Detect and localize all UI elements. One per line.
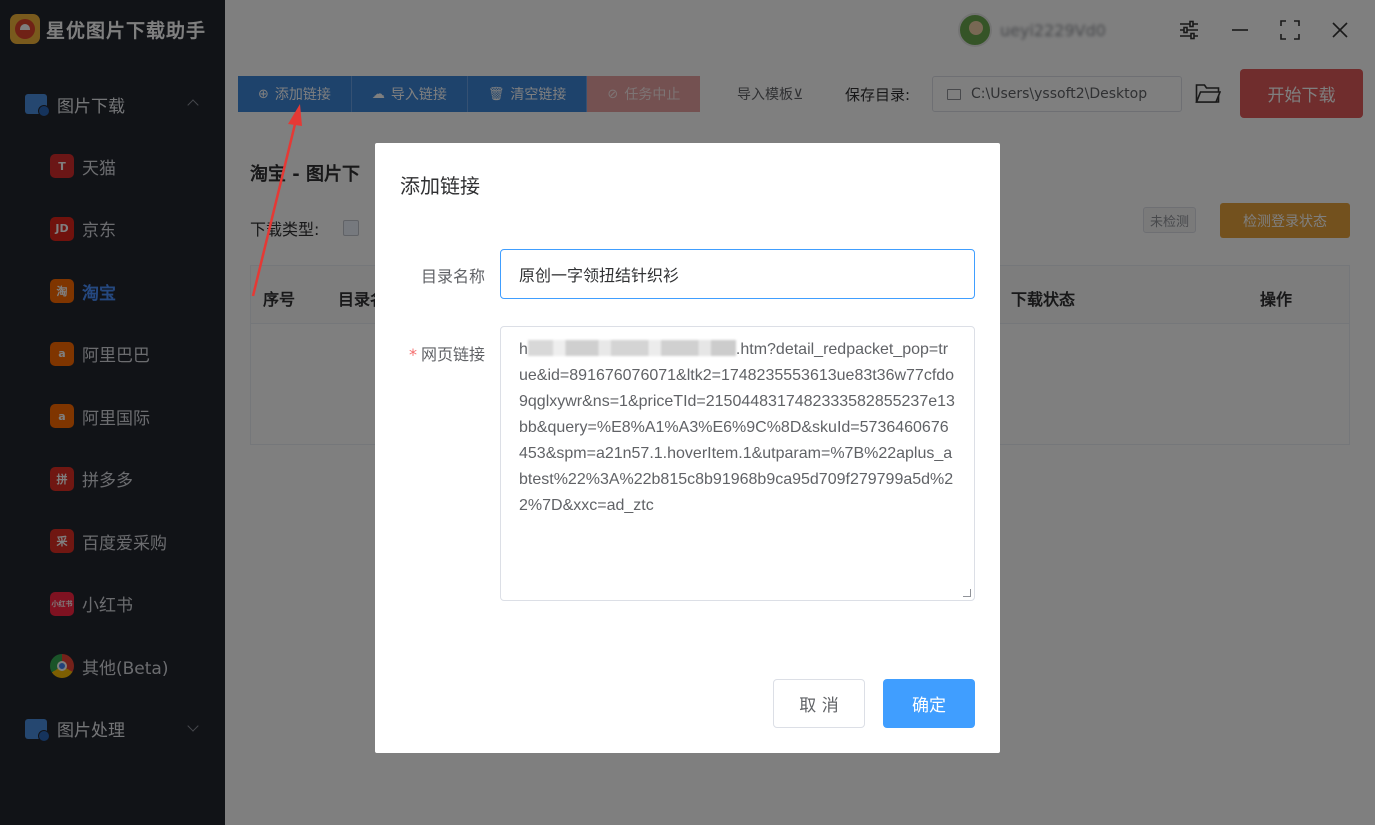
resize-handle[interactable] bbox=[963, 589, 971, 597]
dir-name-input[interactable] bbox=[500, 249, 975, 299]
confirm-button[interactable]: 确定 bbox=[883, 679, 975, 728]
add-link-dialog: 添加链接 目录名称 *网页链接 h.htm?detail_redpacket_p… bbox=[375, 143, 1000, 753]
url-label-wrap: * 网页链接 bbox=[375, 341, 485, 365]
url-textarea[interactable]: h .htm?detail_redpacket_pop=true&id=89167… bbox=[500, 326, 975, 601]
url-label: 网页链接 bbox=[420, 345, 485, 364]
url-redacted bbox=[527, 340, 736, 356]
required-asterisk: * bbox=[408, 345, 417, 364]
cancel-button[interactable]: 取 消 bbox=[773, 679, 865, 728]
dir-name-label: 目录名称 bbox=[420, 267, 485, 286]
dialog-title: 添加链接 bbox=[400, 174, 480, 198]
url-prefix: h bbox=[519, 341, 528, 358]
url-text: .htm?detail_redpacket_pop=true&id=891676… bbox=[519, 341, 955, 514]
